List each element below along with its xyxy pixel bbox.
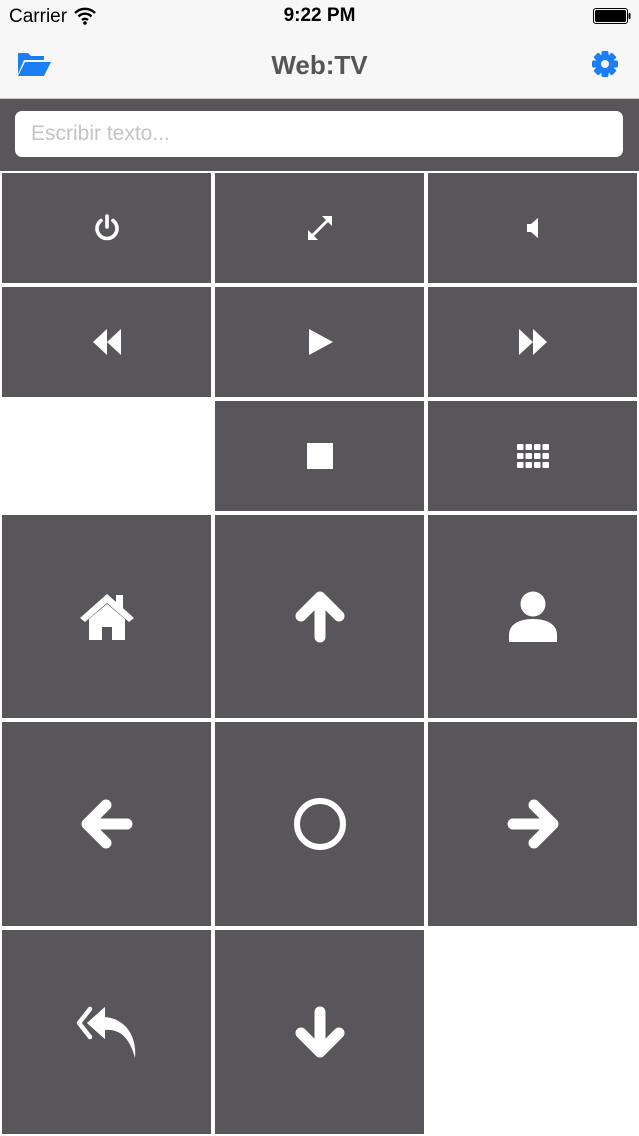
play-button[interactable] [215,287,424,397]
ok-circle-icon [293,798,346,850]
volume-button[interactable] [428,173,637,283]
left-button[interactable] [2,722,211,926]
fast-forward-button[interactable] [428,287,637,397]
navigation-bar: Web:TV [0,34,639,99]
arrow-right-icon [507,799,558,849]
keypad-grid-icon [516,444,549,468]
down-button[interactable] [215,930,424,1134]
settings-button[interactable] [587,48,623,80]
fullscreen-icon [307,216,332,240]
keypad-button[interactable] [428,401,637,511]
up-button[interactable] [215,515,424,718]
user-icon [508,591,557,642]
battery-icon [593,8,631,24]
status-bar: Carrier 9:22 PM [0,0,639,34]
home-button[interactable] [2,515,211,718]
home-icon [79,593,134,640]
right-button[interactable] [428,722,637,926]
reply-all-back-icon [76,1006,135,1058]
gear-icon [592,51,618,77]
rewind-icon [92,329,121,355]
arrow-down-icon [295,1006,344,1058]
text-entry-bar [0,99,639,171]
volume-icon [526,218,538,238]
arrow-up-icon [295,591,344,642]
profile-button[interactable] [428,515,637,718]
back-button[interactable] [2,930,211,1134]
text-input[interactable] [15,111,623,157]
rewind-button[interactable] [2,287,211,397]
ok-button[interactable] [215,722,424,926]
stop-button[interactable] [215,401,424,511]
clock: 9:22 PM [283,5,356,26]
stop-icon [306,443,333,469]
power-button[interactable] [2,173,211,283]
play-icon [308,329,333,355]
fullscreen-button[interactable] [215,173,424,283]
fast-forward-icon [518,329,547,355]
power-icon [94,214,119,241]
arrow-left-icon [81,799,132,849]
page-title: Web:TV [271,50,368,80]
